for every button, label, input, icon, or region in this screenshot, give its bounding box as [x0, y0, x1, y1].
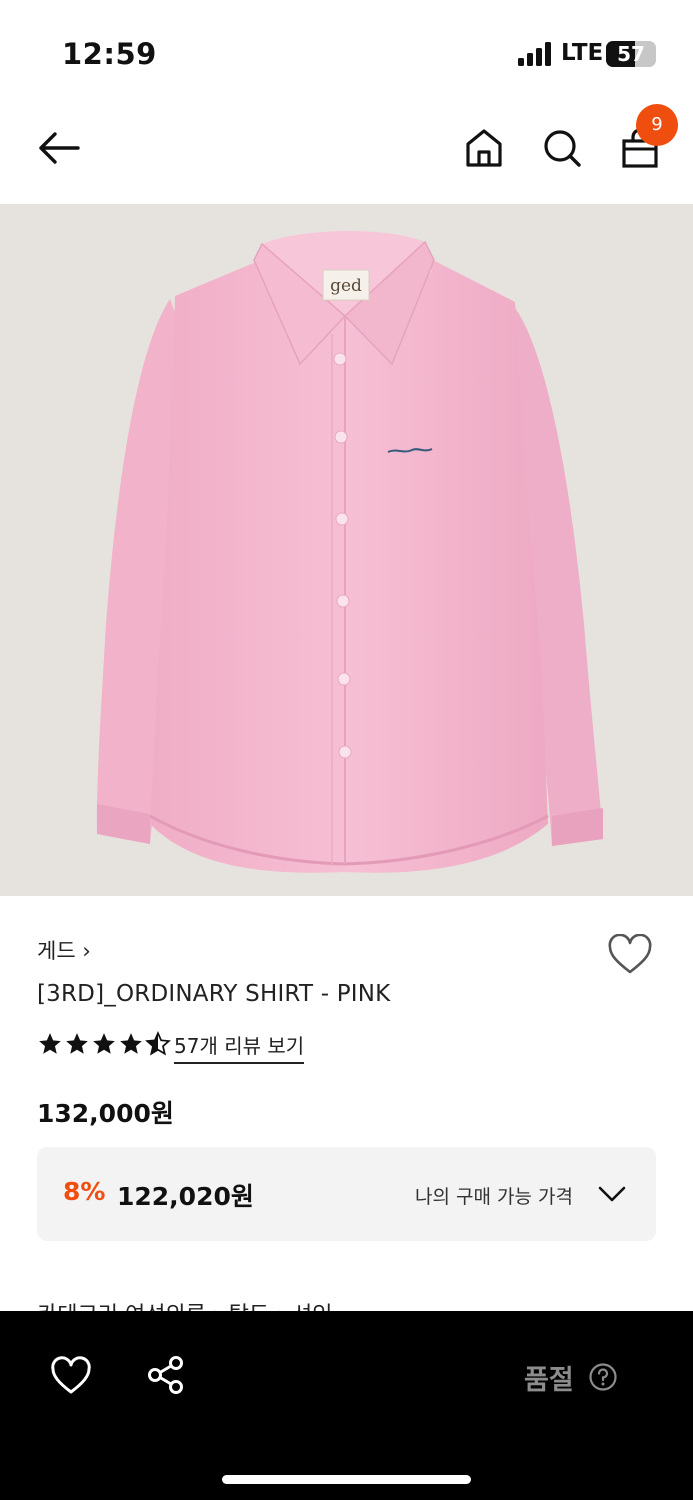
top-nav	[0, 100, 693, 204]
half-star-icon	[145, 1031, 171, 1056]
shirt-illustration: ged	[96, 230, 603, 873]
original-price: 132,000원	[37, 1099, 174, 1128]
search-icon[interactable]	[542, 127, 582, 169]
category-breadcrumb: 카테고리 여성의류 › 탑도 › 셔인	[37, 1298, 332, 1312]
home-icon[interactable]	[464, 127, 504, 169]
question-icon[interactable]	[588, 1362, 618, 1392]
star-icon	[93, 1033, 115, 1054]
heart-icon[interactable]	[50, 1356, 92, 1396]
brand-tag-label: ged	[330, 276, 362, 296]
product-name: [3RD]_ORDINARY SHIRT - PINK	[37, 981, 391, 1007]
home-indicator	[222, 1475, 471, 1484]
back-arrow-icon[interactable]	[36, 128, 82, 168]
star-icon	[66, 1033, 88, 1054]
cart-count-badge: 9	[636, 104, 678, 146]
status-bar: 12:59 LTE 57	[0, 0, 693, 100]
discount-price: 122,020원	[117, 1182, 254, 1211]
chevron-down-icon	[598, 1186, 626, 1202]
soldout-label: 품절	[524, 1365, 574, 1396]
my-price-label: 나의 구매 가능 가격	[415, 1186, 573, 1208]
discount-price-box[interactable]: 8% 122,020원 나의 구매 가능 가격	[37, 1147, 656, 1241]
bottom-action-bar: 품절	[0, 1311, 693, 1500]
discount-rate: 8%	[63, 1177, 106, 1206]
network-label: LTE	[561, 40, 604, 66]
rating-stars	[37, 1031, 171, 1059]
review-link[interactable]: 57개 리뷰 보기	[174, 1030, 305, 1064]
share-icon[interactable]	[146, 1355, 186, 1395]
signal-icon	[518, 42, 554, 66]
star-icon	[39, 1033, 61, 1054]
status-time: 12:59	[62, 37, 157, 71]
heart-icon[interactable]	[607, 933, 653, 976]
battery-level: 57	[617, 42, 645, 66]
star-icon	[120, 1033, 142, 1054]
product-image[interactable]: ged	[0, 204, 693, 896]
battery-icon: 57	[606, 41, 656, 67]
brand-link[interactable]: 게드 ›	[37, 935, 91, 965]
